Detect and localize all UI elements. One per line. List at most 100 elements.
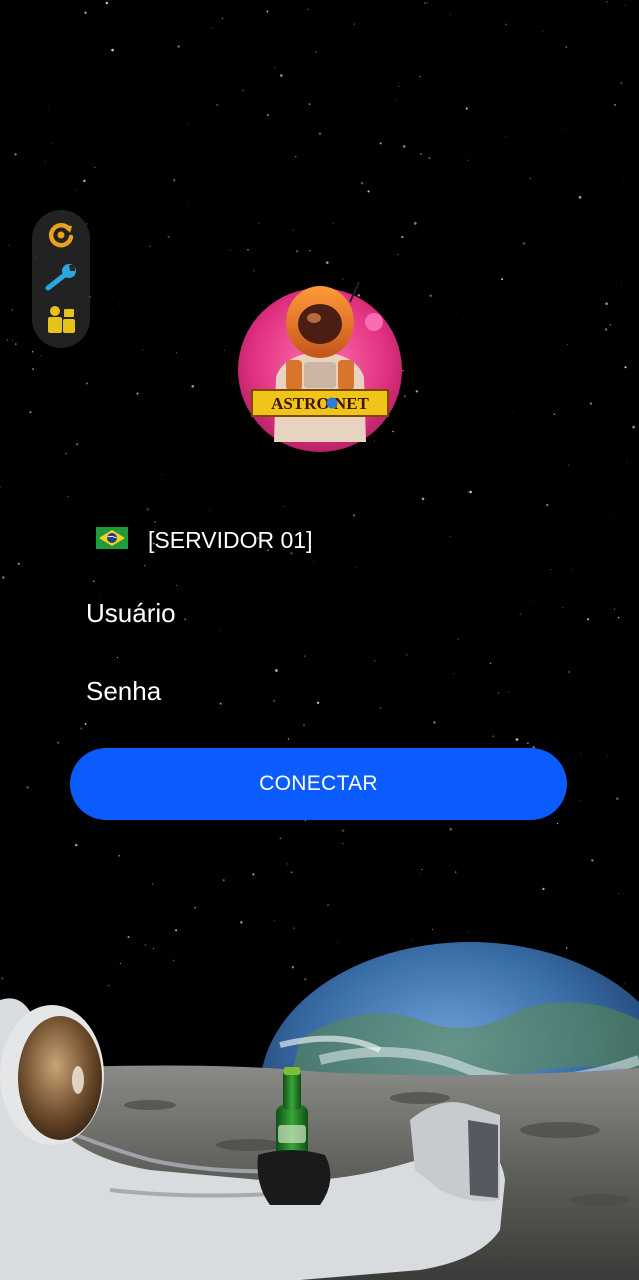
star	[57, 741, 60, 744]
server-label: [SERVIDOR 01]	[148, 526, 313, 553]
brazil-flag-icon	[96, 526, 148, 554]
star	[303, 724, 305, 726]
star	[542, 30, 544, 32]
star	[428, 157, 431, 159]
star	[419, 153, 423, 156]
star	[64, 452, 68, 455]
star	[80, 727, 83, 730]
star	[612, 514, 614, 515]
star	[449, 14, 451, 16]
star	[247, 249, 249, 251]
star	[292, 927, 295, 930]
star	[161, 473, 163, 475]
logo-brand-text: ASTRO NET	[271, 394, 369, 413]
star	[397, 85, 400, 88]
star	[290, 871, 293, 874]
star	[295, 250, 299, 253]
star	[14, 153, 17, 156]
star	[172, 179, 176, 182]
star	[8, 244, 10, 246]
star	[515, 738, 519, 741]
star	[118, 854, 121, 857]
star	[216, 103, 219, 106]
star	[188, 205, 190, 206]
star	[421, 869, 423, 871]
star	[606, 1, 608, 3]
star	[85, 382, 89, 385]
login-screen: ASTRO NET [SERVIDOR 01] CONECTAR	[0, 0, 639, 1280]
star	[149, 245, 151, 248]
star	[465, 107, 468, 110]
star	[620, 285, 622, 286]
star	[504, 136, 506, 138]
star	[75, 442, 79, 446]
star	[529, 177, 532, 180]
star	[167, 235, 170, 238]
users-button[interactable]	[42, 302, 80, 340]
astronet-logo: ASTRO NET	[238, 282, 402, 452]
star	[279, 74, 283, 77]
star	[342, 278, 344, 280]
star	[396, 253, 399, 256]
star	[75, 843, 78, 847]
star	[591, 859, 594, 862]
star	[429, 294, 432, 297]
star	[589, 402, 593, 405]
star	[26, 786, 29, 789]
star	[315, 51, 317, 53]
star	[571, 568, 572, 569]
star	[0, 486, 1, 488]
star	[427, 2, 429, 4]
settings-button[interactable]	[42, 260, 80, 298]
star	[624, 366, 627, 369]
star	[158, 482, 159, 484]
star	[395, 99, 397, 100]
star	[118, 303, 120, 305]
username-field[interactable]	[86, 590, 556, 636]
star	[40, 355, 42, 357]
star	[373, 660, 376, 662]
star	[605, 302, 608, 305]
star	[308, 103, 311, 105]
star	[242, 89, 244, 92]
star	[175, 352, 178, 354]
star	[224, 349, 226, 351]
star	[462, 319, 464, 321]
star	[229, 250, 231, 252]
star	[342, 843, 344, 845]
refresh-icon	[46, 220, 76, 255]
star	[146, 508, 150, 511]
star	[567, 343, 569, 346]
star	[492, 735, 495, 738]
connect-button[interactable]: CONECTAR	[70, 748, 567, 820]
star	[105, 1, 109, 5]
star	[457, 638, 459, 640]
star	[562, 128, 564, 130]
star	[75, 189, 77, 191]
star	[48, 109, 50, 111]
server-selector[interactable]: [SERVIDOR 01]	[96, 520, 556, 560]
star	[367, 190, 370, 193]
star	[44, 161, 46, 162]
star	[222, 879, 225, 882]
star	[606, 755, 608, 757]
star	[353, 23, 356, 25]
star	[240, 921, 243, 924]
star	[286, 863, 289, 865]
star	[279, 837, 282, 840]
star	[609, 324, 612, 326]
star	[501, 278, 504, 281]
refresh-button[interactable]	[42, 218, 80, 256]
password-field[interactable]	[86, 668, 556, 714]
star	[84, 11, 87, 14]
star	[632, 425, 635, 429]
star	[266, 10, 269, 13]
star	[406, 654, 408, 656]
star	[292, 229, 294, 231]
star	[415, 390, 418, 393]
star	[395, 142, 397, 143]
star	[107, 37, 109, 38]
star	[67, 495, 70, 498]
star	[504, 23, 507, 26]
star	[326, 261, 329, 264]
